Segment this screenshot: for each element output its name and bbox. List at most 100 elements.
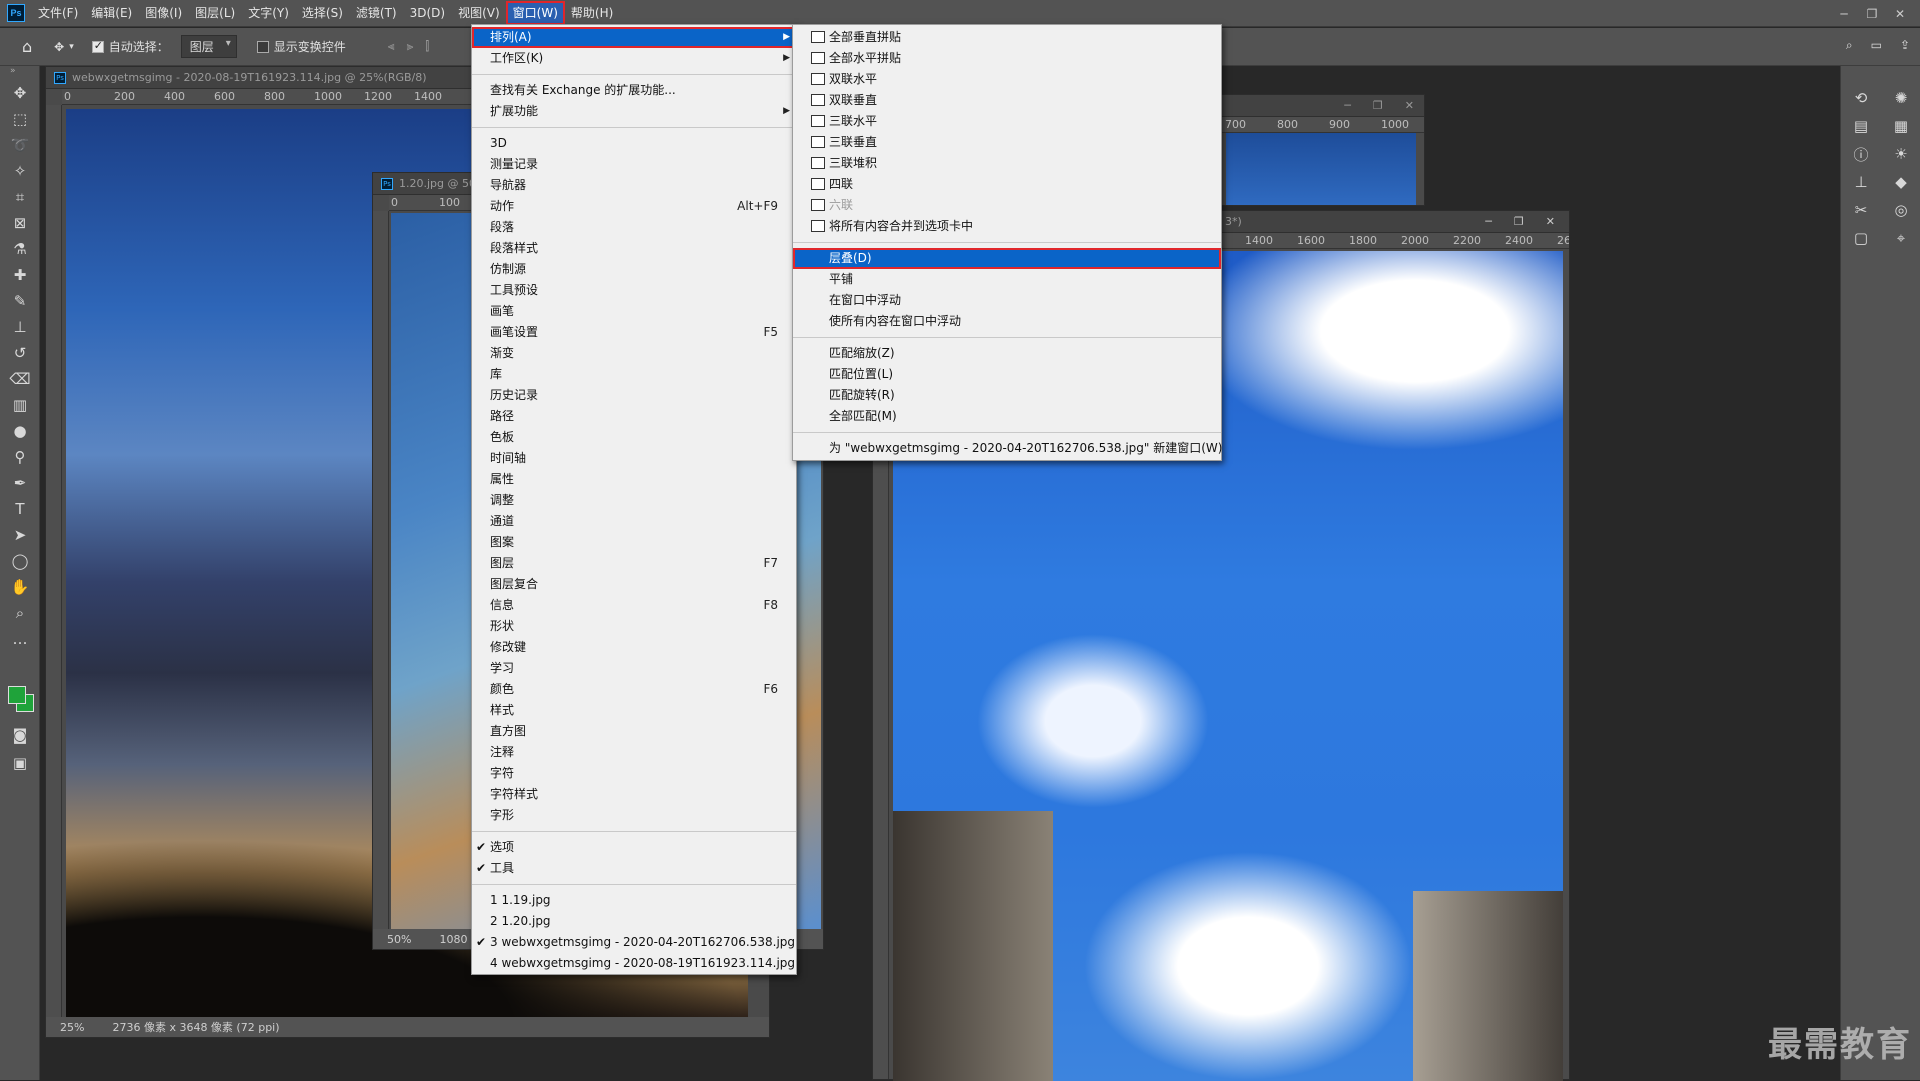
restore-button[interactable]: ❐ [1858,7,1886,21]
stamp-icon[interactable]: ⊥ [0,314,40,340]
menu-1[interactable]: 编辑(E) [86,3,137,23]
move-tool-preset-icon[interactable]: ✥ ▾ [54,40,74,54]
window-menu-item-26[interactable]: 图层F7 [472,553,796,574]
window-menu-item-36[interactable]: 字符 [472,763,796,784]
window-menu-item-4[interactable]: 扩展功能▶ [472,101,796,122]
window-menu-item-9[interactable]: 动作Alt+F9 [472,196,796,217]
window-menu-item-34[interactable]: 直方图 [472,721,796,742]
character-icon[interactable]: ⊥ [1841,168,1881,196]
window-menu-item-8[interactable]: 导航器 [472,175,796,196]
menu-7[interactable]: 3D(D) [405,3,450,23]
window-menu-item-33[interactable]: 样式 [472,700,796,721]
window-menu-item-32[interactable]: 颜色F6 [472,679,796,700]
window-menu-item-10[interactable]: 段落 [472,217,796,238]
window-menu-item-25[interactable]: 图案 [472,532,796,553]
channels-icon[interactable]: ◎ [1881,196,1920,224]
window-menu-item-11[interactable]: 段落样式 [472,238,796,259]
window-menu-item-43[interactable]: 1 1.19.jpg [472,890,796,911]
swatches-icon[interactable]: ▦ [1881,112,1920,140]
hand-icon[interactable]: ✋ [0,574,40,600]
arrange-item-4[interactable]: 三联水平 [793,111,1221,132]
window-menu-item-18[interactable]: 历史记录 [472,385,796,406]
arrange-item-12[interactable]: 平铺 [793,269,1221,290]
home-icon[interactable]: ⌂ [22,37,32,56]
zoom-icon[interactable]: ⌕ [0,600,40,626]
arrange-item-14[interactable]: 使所有内容在窗口中浮动 [793,311,1221,332]
menu-8[interactable]: 视图(V) [453,3,505,23]
healing-icon[interactable]: ✚ [0,262,40,288]
menu-9[interactable]: 窗口(W) [508,3,563,23]
window-menu-item-19[interactable]: 路径 [472,406,796,427]
window-menu-item-20[interactable]: 色板 [472,427,796,448]
notes-icon[interactable]: ▢ [1841,224,1881,252]
arrange-item-19[interactable]: 全部匹配(M) [793,406,1221,427]
arrange-item-3[interactable]: 双联垂直 [793,90,1221,111]
window-menu-item-1[interactable]: 工作区(K)▶ [472,48,796,69]
arrange-item-7[interactable]: 四联 [793,174,1221,195]
window-menu-item-37[interactable]: 字符样式 [472,784,796,805]
close-doc-icon[interactable]: ✕ [1405,99,1414,112]
menu-2[interactable]: 图像(I) [140,3,187,23]
arrange-item-6[interactable]: 三联堆积 [793,153,1221,174]
window-menu-item-7[interactable]: 测量记录 [472,154,796,175]
more-icon[interactable]: … [0,626,40,652]
quick-mask-icon[interactable]: ◙ [0,722,40,748]
eyedropper-icon[interactable]: ⚗ [0,236,40,262]
zoom-level[interactable]: 25% [60,1021,84,1034]
blur-icon[interactable]: ● [0,418,40,444]
arrange-item-1[interactable]: 全部水平拼贴 [793,48,1221,69]
window-menu-item-24[interactable]: 通道 [472,511,796,532]
window-menu-item-17[interactable]: 库 [472,364,796,385]
window-menu-item-6[interactable]: 3D [472,133,796,154]
history-brush-icon[interactable]: ↺ [0,340,40,366]
foreground-color-swatch[interactable] [8,686,26,704]
window-menu-item-40[interactable]: ✔选项 [472,837,796,858]
arrange-item-21[interactable]: 为 "webwxgetmsgimg - 2020-04-20T162706.53… [793,438,1221,459]
window-menu-item-14[interactable]: 画笔 [472,301,796,322]
arrange-item-5[interactable]: 三联垂直 [793,132,1221,153]
close-doc-icon[interactable]: ✕ [1546,215,1555,228]
arrange-item-11[interactable]: 层叠(D) [793,248,1221,269]
window-menu-item-21[interactable]: 时间轴 [472,448,796,469]
arrange-item-2[interactable]: 双联水平 [793,69,1221,90]
workspace-icon[interactable]: ▭ [1871,38,1882,53]
arrange-item-17[interactable]: 匹配位置(L) [793,364,1221,385]
align-left-icon[interactable]: ⫷ [388,39,395,54]
layer-select-dropdown[interactable]: 图层 [181,35,237,58]
show-transform-checkbox[interactable]: 显示变换控件 [257,38,346,55]
restore-doc-icon[interactable]: ❐ [1373,99,1383,112]
arrange-item-0[interactable]: 全部垂直拼贴 [793,27,1221,48]
type-icon[interactable]: T [0,496,40,522]
properties-icon[interactable]: ▤ [1841,112,1881,140]
minimize-button[interactable]: ─ [1830,7,1858,21]
ellipse-icon[interactable]: ◯ [0,548,40,574]
menu-5[interactable]: 选择(S) [297,3,348,23]
minimize-doc-icon[interactable]: ─ [1344,99,1351,112]
magic-wand-icon[interactable]: ✧ [0,158,40,184]
window-menu-item-12[interactable]: 仿制源 [472,259,796,280]
menu-4[interactable]: 文字(Y) [243,3,294,23]
window-menu-item-29[interactable]: 形状 [472,616,796,637]
align-right-icon[interactable]: ⫿ [425,39,429,54]
tool-presets-icon[interactable]: ✂ [1841,196,1881,224]
window-menu-item-3[interactable]: 查找有关 Exchange 的扩展功能... [472,80,796,101]
menu-0[interactable]: 文件(F) [33,3,83,23]
window-menu-item-38[interactable]: 字形 [472,805,796,826]
eraser-icon[interactable]: ⌫ [0,366,40,392]
window-menu-item-22[interactable]: 属性 [472,469,796,490]
arrange-item-9[interactable]: 将所有内容合并到选项卡中 [793,216,1221,237]
zoom-level[interactable]: 50% [387,933,411,946]
learn-icon[interactable]: ☀ [1881,140,1920,168]
arrange-item-13[interactable]: 在窗口中浮动 [793,290,1221,311]
screen-mode-icon[interactable]: ▣ [0,750,40,776]
move-icon[interactable]: ✥ [0,80,40,106]
gradient-icon[interactable]: ▥ [0,392,40,418]
history-icon[interactable]: ⟲ [1841,84,1881,112]
layers-icon[interactable]: ◆ [1881,168,1920,196]
window-menu-item-0[interactable]: 排列(A)▶ [472,27,796,48]
menu-3[interactable]: 图层(L) [190,3,240,23]
window-menu-item-13[interactable]: 工具预设 [472,280,796,301]
arrange-item-18[interactable]: 匹配旋转(R) [793,385,1221,406]
color-wheel-icon[interactable]: ✺ [1881,84,1920,112]
window-menu-item-30[interactable]: 修改键 [472,637,796,658]
